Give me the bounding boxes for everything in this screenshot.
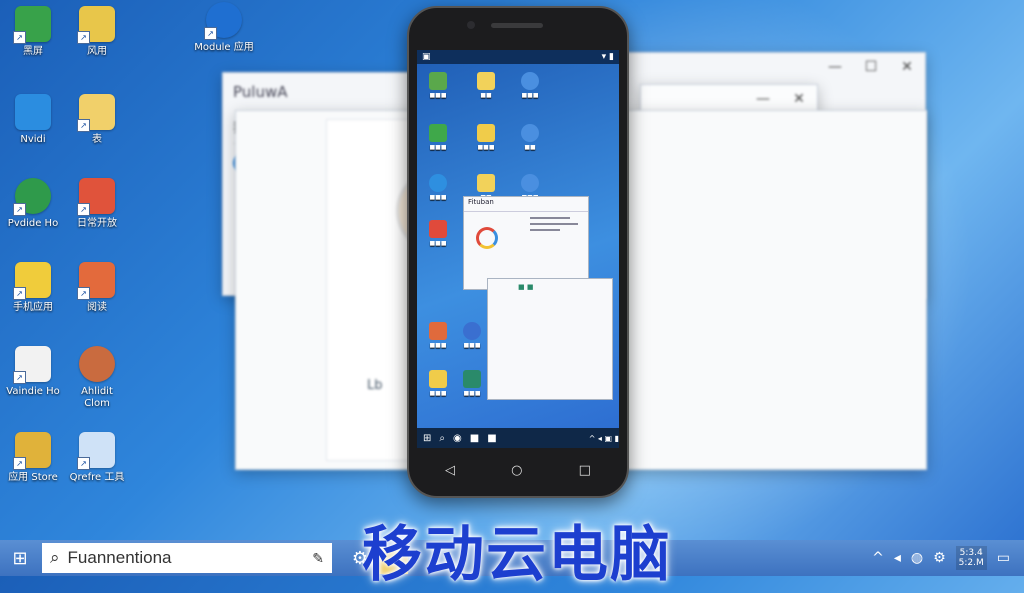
maximize-icon[interactable]: ☐	[853, 59, 889, 75]
status-left: ▣	[422, 52, 431, 62]
target-icon	[429, 220, 447, 238]
app-store-icon: ↗	[204, 2, 242, 40]
desktop-icon-1[interactable]: ↗ 风用	[67, 6, 127, 58]
phone-mini-window-2[interactable]: ■ ■	[487, 278, 613, 400]
desktop-icon-8[interactable]: ↗ 阅读	[67, 262, 127, 314]
phone-app-icon[interactable]: ■■■	[455, 370, 489, 397]
desktop-icon-3[interactable]: Nvidi	[3, 94, 63, 146]
chevron-up-icon[interactable]: ^	[872, 550, 884, 566]
start-button[interactable]: ⊞	[0, 540, 40, 576]
desktop-icon-6[interactable]: ↗ 日常开放	[67, 178, 127, 230]
close-icon[interactable]: ✕	[781, 91, 817, 107]
notification-icon[interactable]: ▭	[997, 550, 1010, 566]
globe-icon	[521, 174, 539, 192]
camera-icon	[467, 21, 475, 29]
folder-green-icon	[429, 124, 447, 142]
note-icon	[429, 370, 447, 388]
desktop-icon-2[interactable]: ↗ Module 应用	[192, 2, 256, 54]
windows-logo-icon: ⊞	[12, 547, 28, 569]
tool-icon	[429, 322, 447, 340]
document-icon	[477, 72, 495, 90]
phone-taskbar: ⊞ ⌕ ◉ ■ ■ ^ ◂ ▣ ▮	[417, 428, 619, 448]
desktop-icons: ↗ 黑屏 ↗ 风用 ↗ Module 应用 Nvidi ↗ 表 ↗ Pvdide Ho ↗…	[0, 0, 254, 540]
clock-date: 5:2.M	[958, 558, 984, 568]
desktop-icon-7[interactable]: ↗ 手机应用	[3, 262, 63, 314]
volume-icon[interactable]: ◂	[894, 550, 901, 566]
mini-window-item: ■ ■	[518, 283, 534, 291]
spreadsheet-icon: ↗	[13, 346, 51, 384]
phone-app-icon[interactable]: ■■■	[421, 124, 455, 151]
phone-app-icon[interactable]: ■■	[513, 124, 547, 151]
phone-tray: ^ ◂ ▣ ▮	[588, 433, 619, 443]
phone-device: ▣ ▾ ▮ ■■■ ■■ ■■■ ■■■ ■■■ ■■ ■■■ ■■ ■ ■■ ■…	[407, 6, 629, 498]
spreadsheet-icon	[463, 370, 481, 388]
document-icon	[477, 174, 495, 192]
folder-icon[interactable]: ■	[470, 433, 479, 444]
search-box[interactable]: ⌕ Fuannentiona ✎	[42, 543, 332, 573]
search-text: Fuannentiona	[67, 548, 172, 567]
app-logo-icon	[476, 227, 498, 249]
minimize-icon[interactable]: —	[745, 91, 781, 107]
minimize-icon[interactable]: —	[817, 59, 853, 75]
desktop-icon-12[interactable]: ↗ Qrefre 工具	[67, 432, 127, 484]
note-icon: ↗	[13, 262, 51, 300]
document-icon	[477, 124, 495, 142]
mini-window-title: Fituban	[464, 197, 588, 212]
desktop-icon-11[interactable]: ↗ 应用 Store	[3, 432, 63, 484]
folder-green-icon	[429, 72, 447, 90]
recent-apps-icon[interactable]: □	[579, 463, 591, 478]
phone-app-icon[interactable]: ■■	[469, 72, 503, 99]
document-icon: ↗	[77, 6, 115, 44]
microphone-icon[interactable]: ✎	[312, 550, 324, 567]
start-icon[interactable]: ⊞	[423, 433, 431, 444]
gear-icon[interactable]: ⚙	[933, 550, 946, 566]
desktop-icon-10[interactable]: Ahlidit Clom	[67, 346, 127, 410]
phone-app-icon[interactable]: ■■■	[421, 72, 455, 99]
phone-icon: ↗	[77, 262, 115, 300]
clock[interactable]: 5:3.4 5:2.M	[955, 546, 987, 570]
phone-screen[interactable]: ▣ ▾ ▮ ■■■ ■■ ■■■ ■■■ ■■■ ■■ ■■■ ■■ ■ ■■ ■…	[417, 50, 619, 448]
headline-caption: 移动云电脑	[362, 520, 672, 590]
desktop-icon-0[interactable]: ↗ 黑屏	[3, 6, 63, 58]
globe-icon	[521, 124, 539, 142]
system-tray: ^ ◂ ◍ ⚙ 5:3.4 5:2.M ▭	[872, 540, 1024, 576]
desktop-icon-9[interactable]: ↗ Vaindie Ho	[3, 346, 63, 398]
back-icon[interactable]: ◁	[445, 463, 455, 478]
phone-app-icon[interactable]: ■■■	[421, 220, 455, 247]
store-icon: ↗	[13, 432, 51, 470]
store-icon[interactable]: ■	[487, 433, 496, 444]
folder-green-icon: ↗	[13, 6, 51, 44]
phone-app-icon[interactable]: ■■■	[513, 72, 547, 99]
phone-app-icon[interactable]: ■■■	[421, 370, 455, 397]
status-right: ▾ ▮	[601, 52, 614, 62]
speaker-grille	[491, 23, 543, 28]
desktop-icon-4[interactable]: ↗ 表	[67, 94, 127, 146]
desktop-icon-5[interactable]: ↗ Pvdide Ho	[3, 178, 63, 230]
close-icon[interactable]: ✕	[889, 59, 925, 75]
clock-time: 5:3.4	[959, 548, 983, 558]
phone-app-icon[interactable]: ■■■	[455, 322, 489, 349]
target-icon: ↗	[77, 178, 115, 216]
android-nav-bar: ◁ ○ □	[417, 450, 619, 490]
phone-app-icon[interactable]: ■■■	[421, 322, 455, 349]
phone-mini-window[interactable]: Fituban	[463, 196, 589, 290]
phone-app-icon[interactable]: ■■■	[421, 174, 455, 201]
document-icon: ↗	[77, 94, 115, 132]
paper-plane-icon: ↗	[77, 432, 115, 470]
search-icon[interactable]: ⌕	[439, 433, 445, 444]
home-icon[interactable]: ○	[511, 463, 522, 478]
network-icon[interactable]: ◍	[911, 550, 923, 566]
search-icon: ⌕	[50, 548, 60, 567]
shield-icon	[463, 322, 481, 340]
phone-app-icon[interactable]: ■■■	[469, 124, 503, 151]
browser-icon[interactable]: ◉	[453, 433, 462, 444]
calculator-icon	[15, 94, 51, 130]
browser-icon	[429, 174, 447, 192]
drop-icon	[79, 346, 115, 382]
globe-icon	[521, 72, 539, 90]
browser-icon: ↗	[13, 178, 51, 216]
phone-status-bar: ▣ ▾ ▮	[417, 50, 619, 64]
